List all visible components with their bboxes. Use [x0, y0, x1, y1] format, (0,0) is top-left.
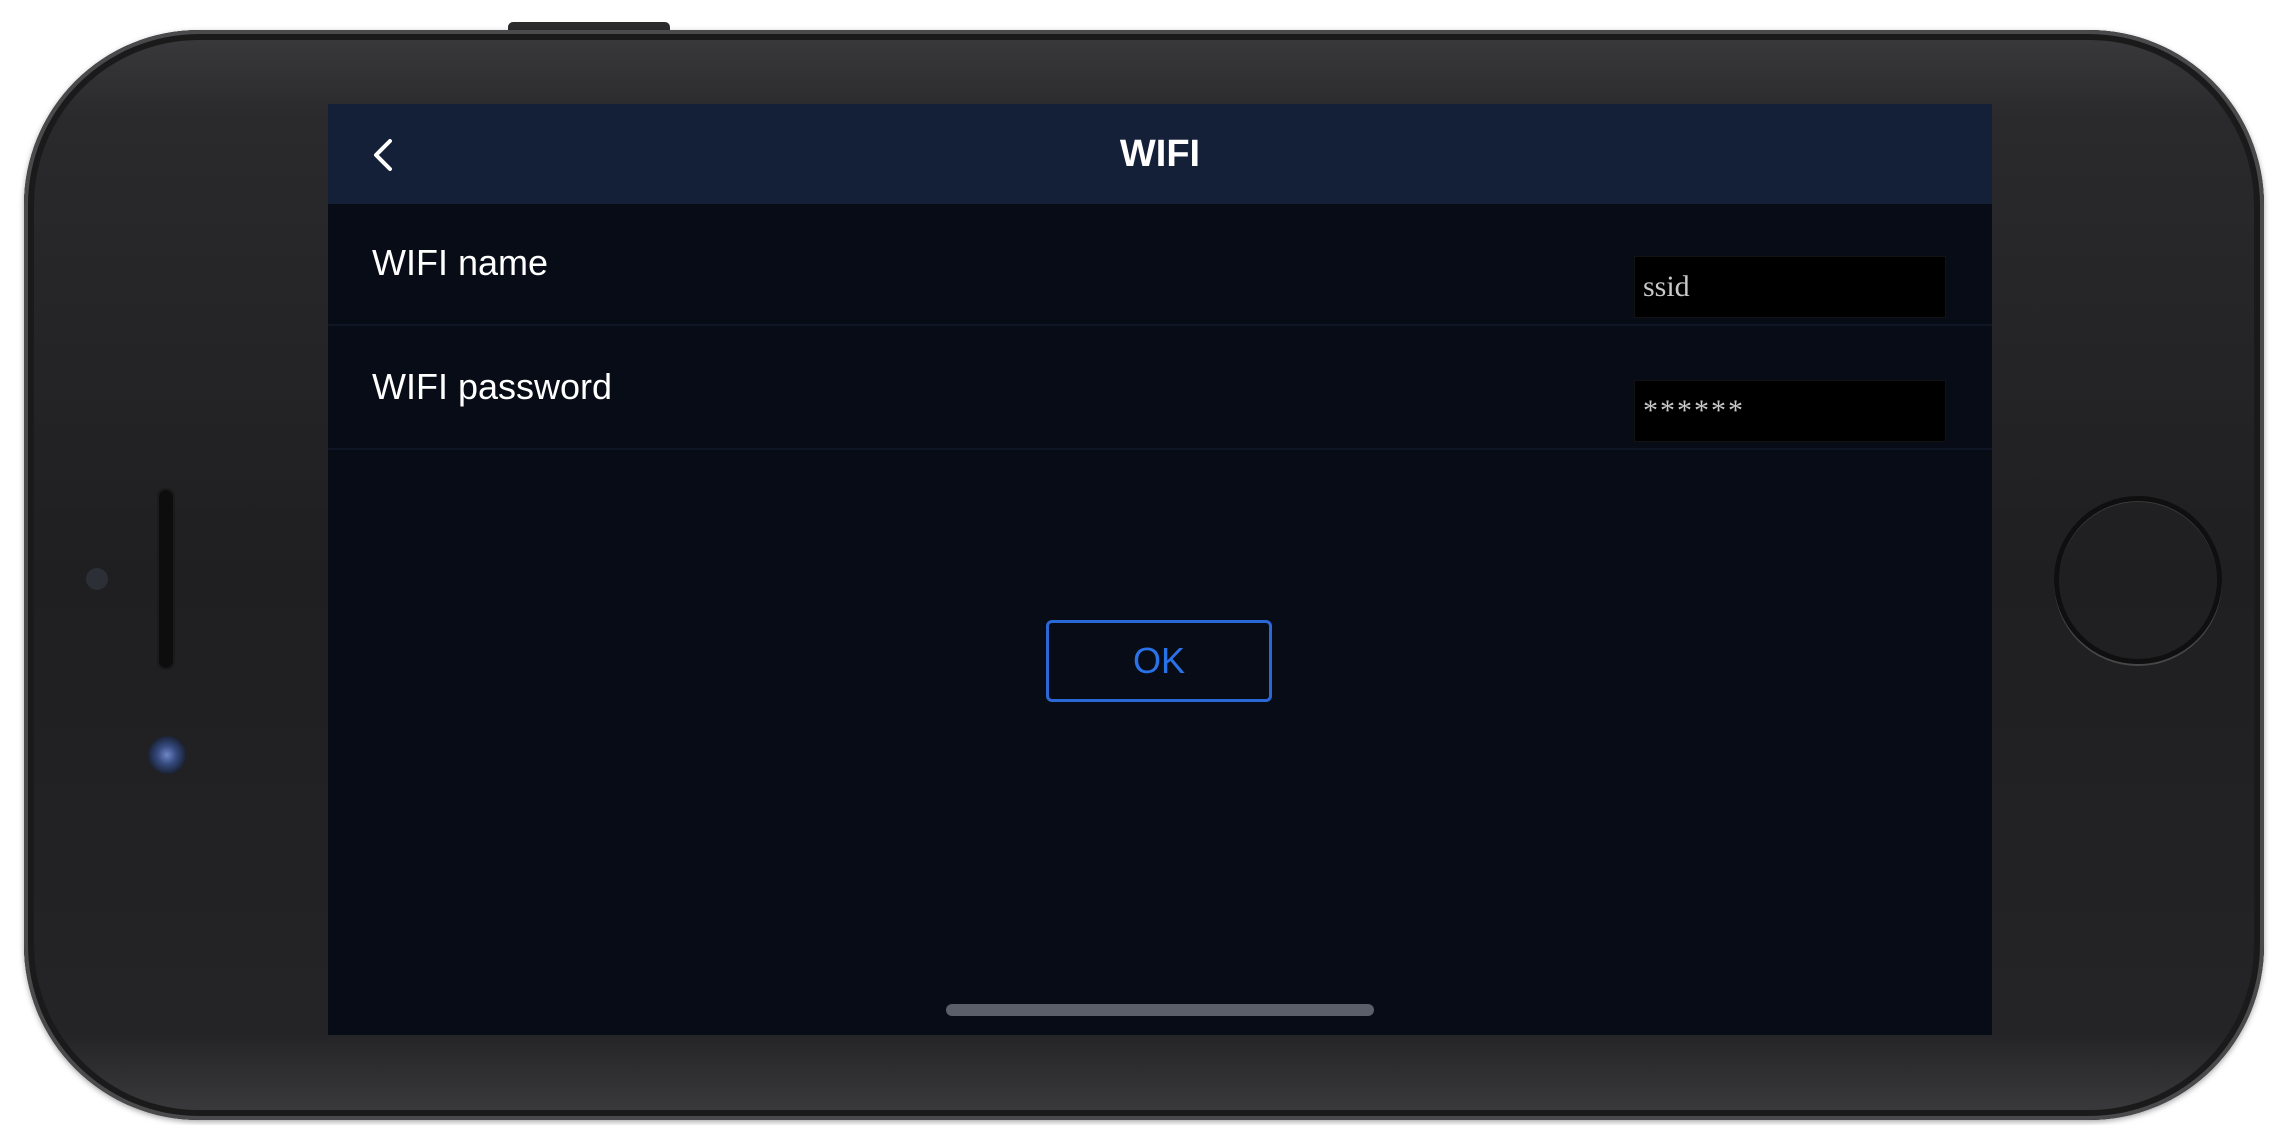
chevron-left-icon[interactable] [368, 138, 402, 172]
app-screen: WIFI WIFI name WIFI password OK [328, 104, 1992, 1035]
home-button[interactable] [2054, 496, 2222, 664]
front-camera-icon [148, 736, 186, 774]
wifi-name-label: WIFI name [372, 242, 549, 283]
wifi-password-label: WIFI password [372, 366, 613, 407]
stage: WIFI WIFI name WIFI password OK [0, 0, 2275, 1125]
nav-bar: WIFI [328, 104, 1992, 204]
home-indicator [946, 1004, 1374, 1016]
earpiece-speaker [157, 488, 175, 670]
wifi-password-input[interactable] [1634, 380, 1946, 442]
wifi-password-row: WIFI password [328, 326, 1992, 450]
phone-frame: WIFI WIFI name WIFI password OK [24, 30, 2264, 1120]
wifi-name-input[interactable] [1634, 256, 1946, 318]
ok-button[interactable]: OK [1046, 620, 1272, 702]
page-title: WIFI [1119, 133, 1201, 175]
proximity-sensor [86, 568, 108, 590]
wifi-name-row: WIFI name [328, 204, 1992, 326]
